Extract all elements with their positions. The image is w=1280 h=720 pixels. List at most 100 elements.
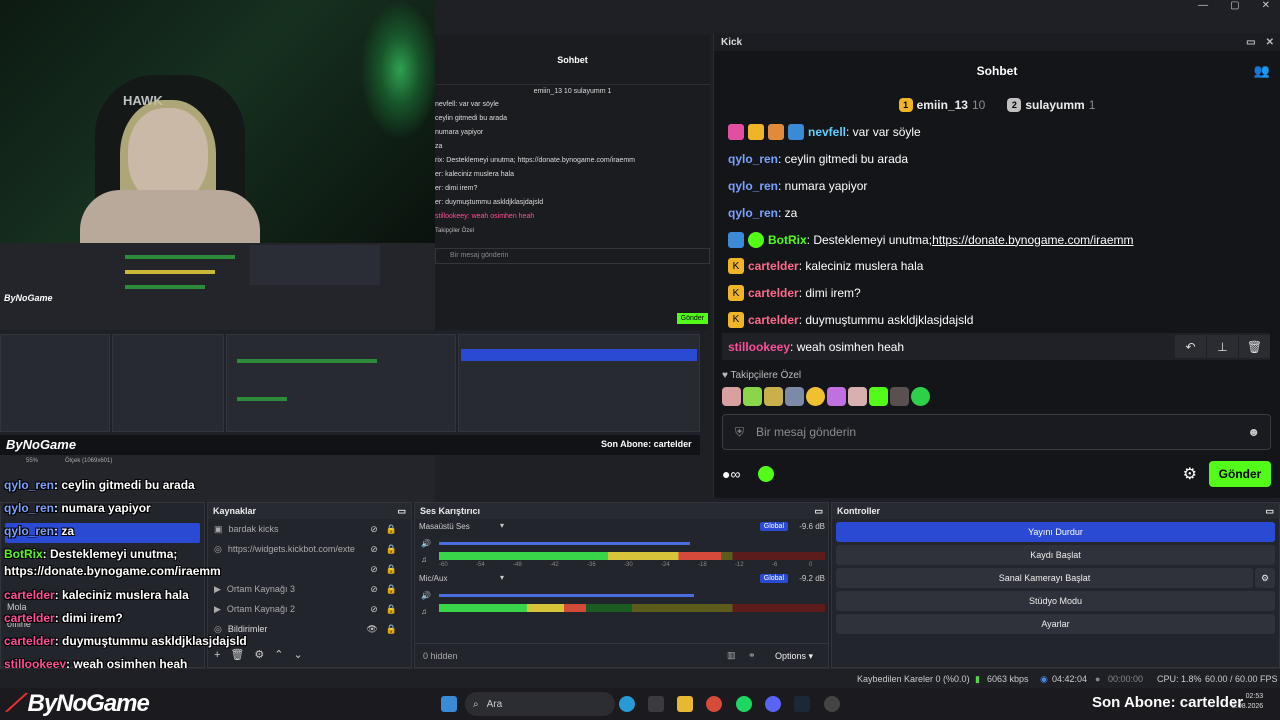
- volume-slider[interactable]: [439, 542, 690, 545]
- zoom-level[interactable]: 55%: [26, 458, 38, 464]
- chat-title: Sohbet: [976, 64, 1018, 78]
- emote-icon[interactable]: [869, 387, 888, 407]
- leader-count: 10: [971, 97, 986, 112]
- nested-zoom-bar: 55% Ölçek (1069x601): [0, 455, 700, 467]
- settings-button[interactable]: Ayarlar: [836, 614, 1275, 634]
- task-view-icon[interactable]: [648, 696, 664, 712]
- emote-icon[interactable]: [764, 387, 783, 407]
- overlay-line: https://donate.bynogame.com/iraemm: [4, 564, 221, 578]
- discord-icon[interactable]: [765, 696, 781, 712]
- link-icon[interactable]: ⚭: [748, 650, 756, 661]
- start-recording-button[interactable]: Kaydı Başlat: [836, 545, 1275, 565]
- steam-icon[interactable]: [794, 696, 810, 712]
- preview-scale[interactable]: Ölçek (1069x601): [65, 458, 112, 464]
- speaker-icon[interactable]: 🔊: [421, 591, 431, 600]
- options-button[interactable]: Options ▾: [775, 651, 813, 662]
- chat-username[interactable]: cartelder: [748, 286, 799, 300]
- channel-dropdown-icon[interactable]: ▾: [500, 573, 504, 582]
- layout-icon[interactable]: ▥: [727, 650, 736, 661]
- channel-dropdown-icon[interactable]: ▾: [500, 521, 504, 530]
- chat-username[interactable]: qylo_ren: [728, 179, 778, 193]
- close-button[interactable]: ✕: [1262, 0, 1270, 14]
- source-item[interactable]: ◎ https://widgets.kickbot.com/exte ⊘🔒: [208, 539, 411, 559]
- maximize-button[interactable]: ▢: [1230, 0, 1239, 14]
- webcam-feed: HAWK: [0, 0, 435, 245]
- popout-icon[interactable]: ▭: [1246, 37, 1255, 48]
- nested-line: stillookeey: weah osimhen heah: [435, 213, 535, 220]
- leader-count: 1: [1088, 97, 1096, 112]
- minimize-button[interactable]: —: [1198, 0, 1208, 14]
- edge-icon[interactable]: [619, 696, 635, 712]
- stop-stream-button[interactable]: Yayını Durdur: [836, 522, 1275, 542]
- file-explorer-icon[interactable]: [677, 696, 693, 712]
- nested-line: er: duymuştummu askldjklasjdajsld: [435, 199, 544, 206]
- message-input[interactable]: ⛨ Bir mesaj gönderin ☻: [722, 414, 1271, 450]
- emote-icon[interactable]: [848, 387, 867, 407]
- obs-icon[interactable]: [824, 696, 840, 712]
- chat-username[interactable]: cartelder: [748, 259, 799, 273]
- studio-mode-button[interactable]: Stüdyo Modu: [836, 591, 1275, 611]
- reply-icon[interactable]: ↶: [1175, 335, 1206, 359]
- pin-icon[interactable]: ⊥: [1207, 335, 1238, 359]
- headphone-icon[interactable]: ♫: [421, 607, 427, 616]
- kick-logo-icon[interactable]: [758, 466, 775, 482]
- emote-icon[interactable]: [722, 387, 741, 407]
- window-controls: — ▢ ✕: [1185, 0, 1280, 14]
- chrome-icon[interactable]: [706, 696, 722, 712]
- emote-icon[interactable]: [890, 387, 909, 407]
- emote-icon[interactable]: [785, 387, 804, 407]
- emote-icon[interactable]: [911, 387, 930, 407]
- source-toolbar[interactable]: +🗑⚙︎⌃⌄: [214, 648, 313, 661]
- followers-emote-title: ♥ Takipçilere Özel: [714, 360, 1280, 381]
- spotify-icon[interactable]: [736, 696, 752, 712]
- leader-name: emiin_13: [916, 97, 968, 112]
- chat-message: qylo_ren: ceylin gitmedi bu arada: [728, 146, 1270, 173]
- donate-link[interactable]: https://donate.bynogame.com/iraemm: [932, 233, 1133, 247]
- source-item[interactable]: ▶ Ortam Kaynağı 2 ⊘🔒: [208, 599, 411, 619]
- bitrate: 6063 kbps: [987, 674, 1029, 684]
- send-button[interactable]: Gönder: [1209, 461, 1271, 487]
- nested-line: za: [435, 143, 443, 150]
- delete-icon[interactable]: 🗑: [1239, 335, 1270, 359]
- source-item[interactable]: ▣ bardak kicks ⊘🔒: [208, 519, 411, 539]
- leaderboard-entry[interactable]: 1 emiin_13 10: [898, 97, 986, 113]
- controls-panel: Kontroller ▭ Yayını Durdur Kaydı Başlat S…: [831, 502, 1280, 668]
- windows-start-icon[interactable]: [441, 696, 457, 712]
- dock-icon: ▭: [397, 506, 406, 516]
- chat-username[interactable]: BotRix: [768, 233, 807, 247]
- infinity-icon[interactable]: ●∞: [722, 466, 740, 482]
- chat-username[interactable]: stillookeey: [728, 340, 790, 354]
- mixer-channel: Masaüstü Ses ▾ Global -9.6 dB 🔊 ♫ -60 -54…: [415, 519, 828, 571]
- emote-icon[interactable]: [827, 387, 846, 407]
- meter-tick-label: -36: [587, 562, 596, 568]
- volume-slider[interactable]: [439, 594, 694, 597]
- emote-row: [714, 381, 1280, 407]
- settings-icon[interactable]: ⚙: [1183, 464, 1197, 484]
- close-icon[interactable]: ✕: [1266, 37, 1274, 48]
- verified-badge-icon: [748, 231, 764, 248]
- chat-username[interactable]: qylo_ren: [728, 152, 778, 166]
- leaderboard-entry[interactable]: 2 sulayumm 1: [1007, 98, 1095, 113]
- headphone-icon[interactable]: ♫: [421, 555, 427, 564]
- chat-username[interactable]: qylo_ren: [728, 206, 778, 220]
- source-item[interactable]: ▶ Ortam Kaynağı 3 ⊘🔒: [208, 579, 411, 599]
- source-label: Ortam Kaynağı 3: [226, 584, 295, 594]
- taskbar: ⟋ ByNoGame ⌕ Ara Son Abone: cartelder 02:…: [0, 688, 1280, 720]
- emoji-icon[interactable]: ☻: [1247, 425, 1260, 439]
- users-icon[interactable]: 👥: [1254, 63, 1270, 79]
- nested-input[interactable]: Bir mesaj gönderin: [435, 248, 710, 264]
- emote-icon[interactable]: [743, 387, 762, 407]
- emote-icon[interactable]: [806, 387, 825, 407]
- virtual-camera-settings-icon[interactable]: ⚙: [1255, 568, 1275, 588]
- chat-message: qylo_ren: za: [728, 199, 1270, 226]
- nested-send-button[interactable]: Gönder: [676, 313, 708, 324]
- virtual-camera-button[interactable]: Sanal Kamerayı Başlat: [836, 568, 1253, 588]
- source-item[interactable]: ⊘🔒: [208, 559, 411, 579]
- chat-username[interactable]: nevfell: [808, 125, 846, 139]
- speaker-icon[interactable]: 🔊: [421, 539, 431, 548]
- chat-username[interactable]: cartelder: [748, 313, 799, 327]
- system-clock[interactable]: 02:53 2.08.2026: [1232, 692, 1263, 712]
- taskbar-search[interactable]: ⌕ Ara: [465, 692, 615, 716]
- dock-icon: ▭: [1265, 506, 1274, 516]
- overlay-line: cartelder: duymuştummu askldjklasjdajsld: [4, 634, 247, 648]
